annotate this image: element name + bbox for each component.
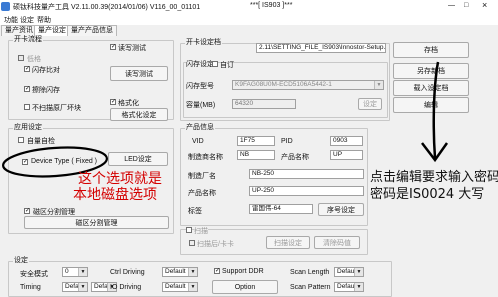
red-annotation-line2: 本地磁盘选项 [73, 187, 157, 203]
arrow-shaft [432, 61, 440, 159]
black-annotation-line2: 密码是IS0024 大写 [370, 187, 485, 202]
annotation-overlay [2, 61, 449, 178]
